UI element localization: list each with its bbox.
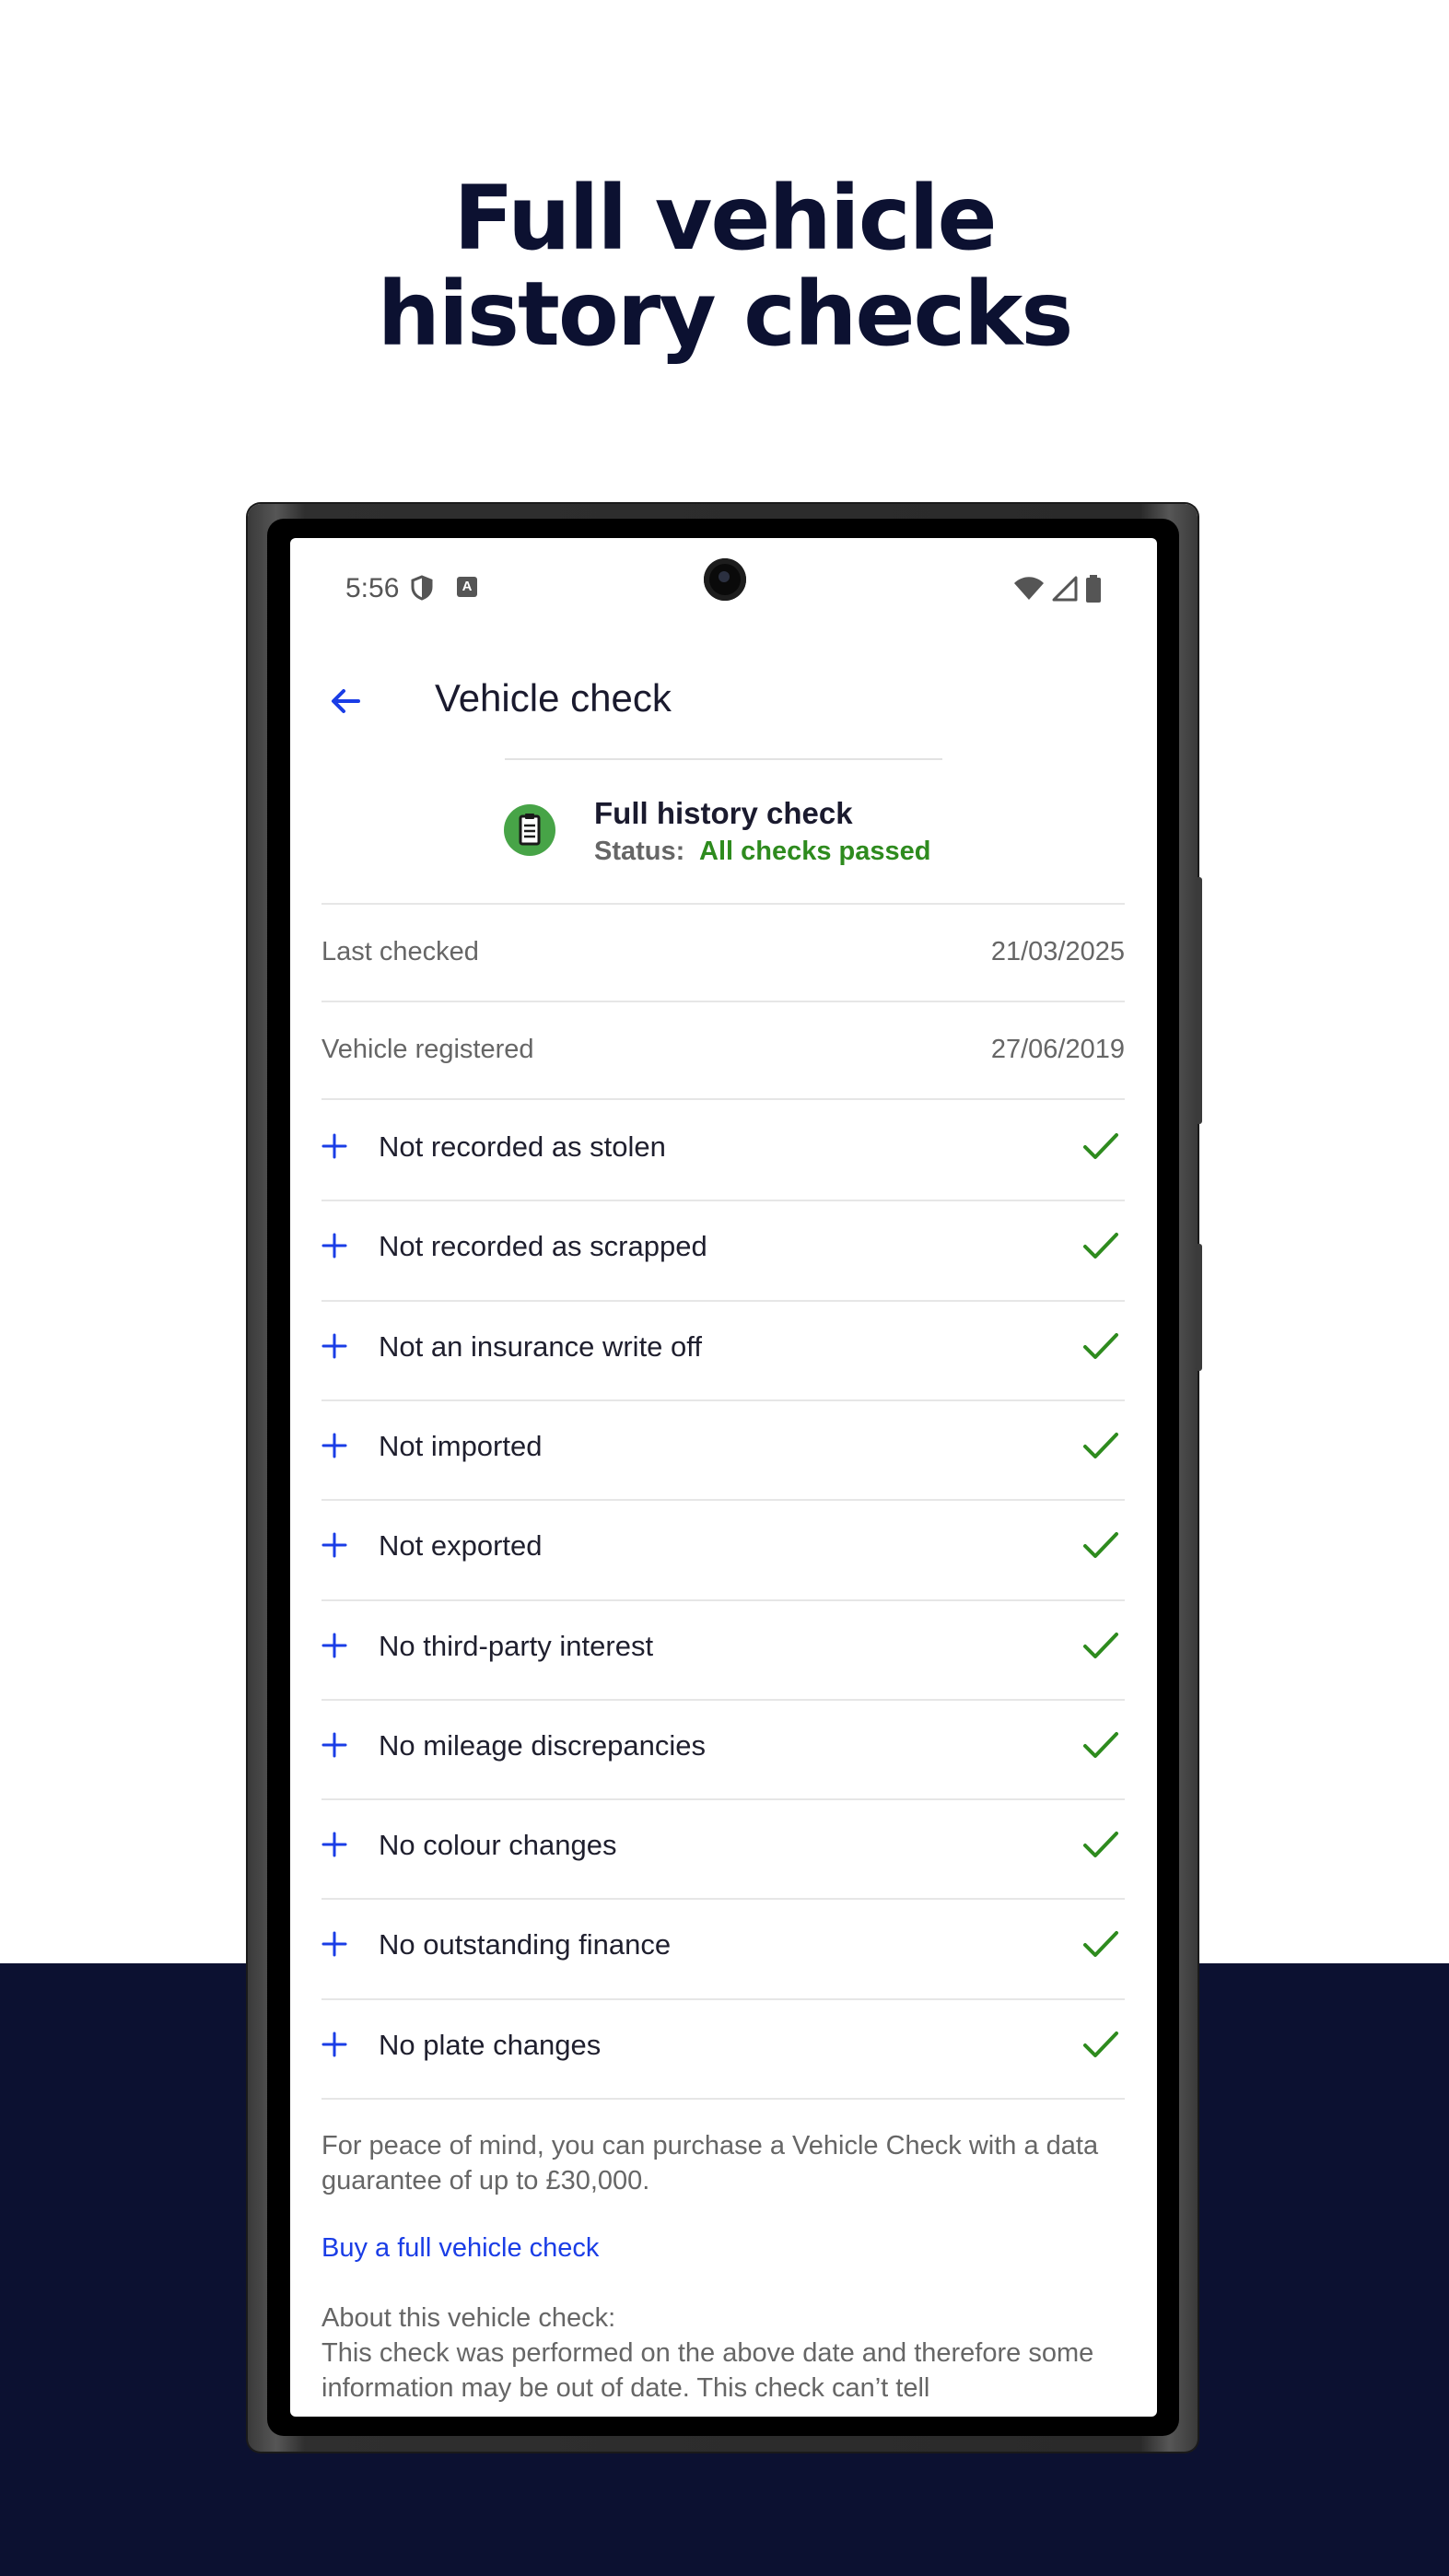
phone-side-button	[1196, 877, 1202, 1124]
check-row[interactable]: Not an insurance write off	[321, 1300, 1125, 1399]
expand-plus-icon[interactable]	[321, 1633, 347, 1658]
about-title: About this vehicle check:	[321, 2303, 616, 2333]
summary-title: Full history check	[594, 796, 853, 830]
expand-plus-icon[interactable]	[321, 1233, 347, 1259]
status-label: Status:	[594, 837, 685, 866]
about-body: This check was performed on the above da…	[321, 2338, 1094, 2403]
check-pass-icon	[1083, 1532, 1118, 1559]
keyboard-a-icon: A	[457, 577, 477, 597]
check-label: No colour changes	[379, 1829, 617, 1862]
expand-plus-icon[interactable]	[321, 1931, 347, 1957]
peace-of-mind-text: For peace of mind, you can purchase a Ve…	[321, 2131, 1099, 2195]
back-arrow-icon[interactable]	[327, 683, 364, 720]
check-label: No plate changes	[379, 2028, 602, 2061]
expand-plus-icon[interactable]	[321, 1532, 347, 1558]
check-row[interactable]: Not recorded as scrapped	[321, 1200, 1125, 1299]
check-row[interactable]: No mileage discrepancies	[321, 1699, 1125, 1798]
check-label: Not recorded as scrapped	[379, 1230, 707, 1263]
expand-plus-icon[interactable]	[321, 2032, 347, 2057]
check-row[interactable]: Not imported	[321, 1399, 1125, 1499]
check-row[interactable]: Not exported	[321, 1499, 1125, 1598]
wifi-icon	[1014, 577, 1044, 600]
check-row[interactable]: No plate changes	[321, 1998, 1125, 2098]
divider	[321, 903, 1125, 905]
status-value: All checks passed	[699, 837, 931, 866]
last-checked-value: 21/03/2025	[990, 937, 1125, 966]
buy-full-check-link[interactable]: Buy a full vehicle check	[321, 2233, 599, 2264]
last-checked-label: Last checked	[321, 937, 479, 966]
vehicle-registered-label: Vehicle registered	[321, 1035, 534, 1064]
shield-icon	[411, 575, 433, 601]
expand-plus-icon[interactable]	[321, 1133, 347, 1159]
check-label: Not an insurance write off	[379, 1329, 702, 1363]
signal-icon	[1052, 576, 1078, 602]
check-row[interactable]: No outstanding finance	[321, 1898, 1125, 1997]
divider	[505, 758, 942, 760]
page-title: Vehicle check	[435, 676, 672, 720]
check-pass-icon	[1083, 1832, 1118, 1858]
expand-plus-icon[interactable]	[321, 1433, 347, 1458]
divider	[321, 1001, 1125, 1002]
check-label: Not recorded as stolen	[379, 1130, 666, 1163]
check-pass-icon	[1083, 1332, 1118, 1359]
check-pass-icon	[1083, 1632, 1118, 1658]
battery-icon	[1086, 575, 1101, 603]
check-label: No outstanding finance	[379, 1928, 672, 1961]
headline-line-2: history checks	[377, 263, 1074, 366]
phone-screen: 5:56 A Vehicle check Full history check …	[290, 538, 1157, 2417]
divider	[321, 2098, 1125, 2100]
check-pass-icon	[1083, 1233, 1118, 1259]
headline-line-1: Full vehicle	[453, 167, 997, 270]
check-label: Not exported	[379, 1529, 543, 1563]
clipboard-icon	[504, 804, 555, 856]
phone-side-button	[1196, 1244, 1202, 1371]
expand-plus-icon[interactable]	[321, 1333, 347, 1359]
check-pass-icon	[1083, 2031, 1118, 2057]
check-pass-icon	[1083, 1133, 1118, 1159]
vehicle-registered-value: 27/06/2019	[990, 1035, 1125, 1064]
status-time: 5:56	[345, 573, 400, 603]
check-row[interactable]: No third-party interest	[321, 1599, 1125, 1699]
check-label: No mileage discrepancies	[379, 1728, 706, 1762]
check-pass-icon	[1083, 1432, 1118, 1458]
expand-plus-icon[interactable]	[321, 1732, 347, 1758]
check-pass-icon	[1083, 1931, 1118, 1958]
check-row[interactable]: No colour changes	[321, 1798, 1125, 1898]
expand-plus-icon[interactable]	[321, 1832, 347, 1857]
front-camera	[704, 558, 746, 601]
check-row[interactable]: Not recorded as stolen	[321, 1100, 1125, 1200]
check-label: Not imported	[379, 1429, 543, 1462]
check-pass-icon	[1083, 1731, 1118, 1758]
status-icons	[1013, 575, 1102, 603]
check-label: No third-party interest	[379, 1629, 654, 1662]
marketing-headline: Full vehicle history checks	[0, 170, 1449, 362]
